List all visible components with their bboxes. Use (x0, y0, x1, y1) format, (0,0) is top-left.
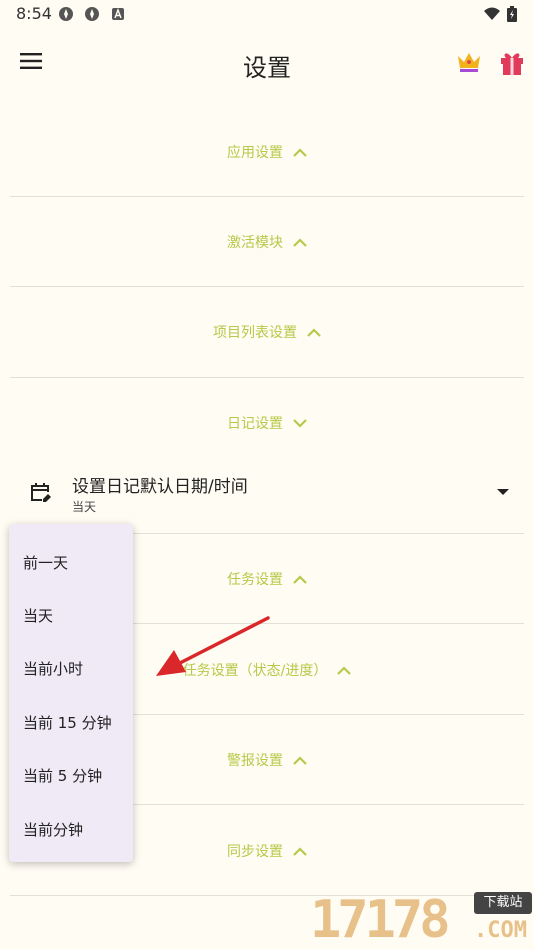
chevron-down-icon (293, 418, 307, 428)
section-label: 日记设置 (227, 416, 283, 432)
status-bar: 8:54 (0, 0, 534, 28)
divider (10, 377, 524, 378)
chevron-up-icon (293, 846, 307, 856)
app-bar: 设置 (0, 36, 534, 92)
chevron-up-icon (337, 665, 352, 675)
calendar-edit-icon (31, 483, 51, 502)
menu-option-today[interactable]: 当天 (23, 605, 53, 626)
menu-option-current-5-min[interactable]: 当前 5 分钟 (23, 765, 102, 786)
chevron-up-icon (293, 574, 307, 584)
chevron-up-icon (293, 237, 307, 247)
divider (10, 286, 524, 287)
notification-a-icon (112, 8, 124, 20)
divider (10, 196, 524, 197)
chevron-up-icon (307, 327, 321, 337)
section-diary-settings[interactable]: 日记设置 (0, 413, 534, 433)
chevron-up-icon (293, 147, 307, 157)
section-activate-modules[interactable]: 激活模块 (0, 232, 534, 252)
date-option-menu: 前一天 当天 当前小时 当前 15 分钟 当前 5 分钟 当前分钟 (9, 524, 133, 862)
setting-value: 当天 (72, 500, 97, 514)
section-label: 任务设置 (227, 572, 283, 588)
site-watermark-logo: 17178 下载站 .COM (310, 888, 532, 950)
status-time: 8:54 (16, 4, 52, 23)
crown-icon[interactable] (456, 50, 482, 74)
section-label: 同步设置 (227, 844, 283, 860)
diary-default-date-setting[interactable]: 设置日记默认日期/时间 当天 (0, 462, 534, 524)
section-label: 项目列表设置 (213, 325, 297, 341)
notification-app-icon (59, 7, 73, 21)
chevron-up-icon (293, 755, 307, 765)
section-label: 警报设置 (227, 753, 283, 769)
section-label: 激活模块 (227, 235, 283, 251)
notification-app-icon (85, 7, 99, 21)
watermark-suffix: .COM (474, 918, 527, 943)
page-title: 设置 (243, 54, 291, 82)
section-project-list-settings[interactable]: 项目列表设置 (0, 322, 534, 342)
annotation-arrow-icon (156, 616, 270, 676)
section-app-settings[interactable]: 应用设置 (0, 142, 534, 162)
wifi-icon (484, 7, 500, 20)
dropdown-arrow-icon[interactable] (497, 488, 509, 496)
menu-option-current-15-min[interactable]: 当前 15 分钟 (23, 712, 112, 733)
menu-option-current-minute[interactable]: 当前分钟 (23, 819, 83, 840)
setting-title: 设置日记默认日期/时间 (72, 477, 248, 497)
watermark-badge: 下载站 (474, 892, 532, 914)
battery-icon (507, 6, 517, 22)
menu-option-current-hour[interactable]: 当前小时 (23, 658, 83, 679)
menu-option-previous-day[interactable]: 前一天 (23, 552, 68, 573)
gift-icon[interactable] (498, 48, 526, 76)
watermark-digits: 17178 (310, 890, 451, 950)
section-label: 应用设置 (227, 145, 283, 161)
